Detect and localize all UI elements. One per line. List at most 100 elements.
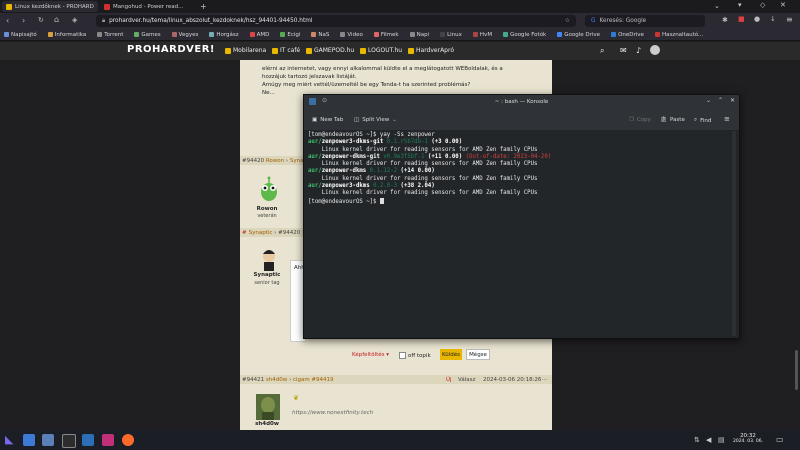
downloads-icon[interactable]: ↓	[770, 15, 776, 23]
konsole-task-icon[interactable]	[62, 434, 76, 448]
bookmark-item[interactable]: Google Fotók	[503, 32, 546, 38]
bookmark-item[interactable]: Vegyes	[171, 32, 198, 38]
nav-mobilarena[interactable]: Mobilarena	[225, 47, 266, 54]
clipboard-icon[interactable]: ▤	[718, 436, 725, 444]
more-icon[interactable]: ⋯	[542, 377, 548, 383]
app-launcher-icon[interactable]: ◣	[5, 433, 17, 446]
copy-button[interactable]: ❐ Copy	[629, 117, 651, 123]
system-settings-icon[interactable]	[23, 434, 35, 446]
taskbar	[0, 430, 800, 450]
tab-mangohud[interactable]: Mangohud - Power read...	[100, 1, 196, 12]
minimize-icon[interactable]: ▾	[738, 1, 742, 9]
app-icon[interactable]	[102, 434, 114, 446]
volume-icon[interactable]: ◀	[706, 436, 711, 444]
find-button[interactable]: ⌕ Find	[694, 117, 711, 124]
home-icon[interactable]: ⌂	[54, 15, 59, 24]
post-number[interactable]: #94420	[242, 158, 264, 164]
post-number[interactable]: #94420	[278, 230, 300, 236]
text-cursor	[379, 197, 384, 204]
bookmark-item[interactable]: Horgász	[209, 32, 239, 38]
nav-hardverapro[interactable]: HardverApró	[408, 47, 454, 54]
konsole-titlebar[interactable]: ⊙ ~ : bash — Konsole ⌄ ⌃ ✕	[304, 95, 739, 110]
repo: aur/	[308, 183, 322, 190]
bookmark-item[interactable]: Informatika	[47, 32, 86, 38]
reload-icon[interactable]: ↻	[38, 16, 44, 24]
site-search-icon[interactable]: ⌕	[600, 46, 604, 56]
tab-linux-kezdoknek[interactable]: Linux kezdőknek - PROHARD	[2, 1, 98, 12]
extension-icon[interactable]: ✱	[722, 16, 728, 24]
nav-itcafe[interactable]: IT café	[272, 47, 300, 54]
post-author[interactable]: Rowon	[266, 158, 284, 164]
terminal-scrollbar[interactable]	[732, 131, 736, 336]
shield-icon[interactable]: ◈	[72, 16, 77, 24]
nav-gamepod[interactable]: GAMEPOD.hu	[306, 47, 354, 54]
close-icon[interactable]: ✕	[780, 1, 786, 9]
konsole-window[interactable]: ⊙ ~ : bash — Konsole ⌄ ⌃ ✕ ▣ New Tab ◫ Spl…	[303, 94, 740, 339]
maximize-icon[interactable]: ◇	[760, 1, 765, 9]
hamburger-menu-icon[interactable]: ≡	[724, 115, 730, 123]
mail-icon[interactable]: ✉	[620, 46, 627, 55]
username[interactable]: Rowon	[242, 206, 292, 212]
site-logo[interactable]: PROHARDVER!	[127, 44, 215, 55]
bookmark-item[interactable]: NaS	[311, 32, 329, 38]
post-author[interactable]: sh4d0w	[266, 377, 287, 383]
reply-link[interactable]: Válasz	[458, 377, 475, 383]
bookmark-item[interactable]: Video	[340, 32, 363, 38]
cancel-button[interactable]: Mégse	[466, 349, 490, 360]
bookmark-item[interactable]: Napi	[409, 32, 429, 38]
clock[interactable]: 20:32 2024. 03. 06.	[728, 433, 768, 445]
bookmark-item[interactable]: Torrent	[97, 32, 123, 38]
url-bar[interactable]: 🔒︎ prohardver.hu/tema/linux_abszolut_kez…	[96, 15, 576, 27]
bookmark-item[interactable]: AMD	[249, 32, 269, 38]
search-box[interactable]: G Keresés: Google	[585, 15, 705, 27]
offtopic-checkbox[interactable]: off topik	[399, 352, 431, 359]
paste-button[interactable]: 📋︎ Paste	[660, 117, 685, 123]
bookmark-item[interactable]: Google Drive	[557, 32, 600, 38]
package-name: zenpower-dkms-git	[321, 153, 380, 160]
minimize-icon[interactable]: ⌄	[706, 97, 711, 104]
addon-icon[interactable]: ■	[738, 15, 745, 23]
username[interactable]: Synaptic	[242, 272, 292, 278]
bookmark-item[interactable]: Linux	[440, 32, 462, 38]
bell-icon[interactable]: ♪	[636, 46, 641, 55]
network-icon[interactable]: ⇅	[694, 436, 700, 444]
post-reply-to[interactable]: cigam #94419	[293, 377, 334, 383]
show-desktop-icon[interactable]: ▭	[776, 435, 784, 444]
username[interactable]: sh4d0w	[242, 421, 292, 427]
image-upload-link[interactable]: Képfeltöltés ▾	[352, 352, 389, 358]
prompt: [tom@endeavourOS ~]$	[308, 132, 377, 138]
bookmark-item[interactable]: Filmek	[373, 32, 399, 38]
nav-logout[interactable]: LOGOUT.hu	[360, 47, 402, 54]
bookmark-item[interactable]: Napisajtó	[4, 32, 37, 38]
tab-list-icon[interactable]: ⌄	[714, 2, 720, 10]
bookmark-item[interactable]: HvM	[472, 32, 492, 38]
account-icon[interactable]: ●	[754, 15, 760, 23]
new-tab-icon[interactable]: +	[200, 2, 207, 11]
send-button[interactable]: Küldés	[440, 349, 462, 360]
discover-icon[interactable]	[42, 434, 54, 446]
close-icon[interactable]: ✕	[730, 97, 735, 104]
bookmark-item[interactable]: Games	[134, 32, 161, 38]
forward-icon[interactable]: ›	[22, 16, 25, 25]
post-author[interactable]: Synaptic	[249, 230, 273, 236]
bookmark-item[interactable]: Hasznaltautó...	[654, 32, 703, 38]
avatar[interactable]	[650, 45, 660, 55]
split-view-button[interactable]: ◫ Split View ⌄	[354, 117, 397, 123]
back-icon[interactable]: ‹	[6, 16, 9, 25]
bookmark-item[interactable]: Ecigi	[280, 32, 300, 38]
terminal-output[interactable]: [tom@endeavourOS ~]$ yay -Ss zenpower au…	[304, 130, 739, 338]
maximize-icon[interactable]: ⌃	[718, 97, 723, 104]
find-icon: ⌕	[694, 117, 698, 123]
checkbox-box[interactable]	[399, 352, 406, 359]
dolphin-icon[interactable]	[82, 434, 94, 446]
firefox-icon[interactable]	[122, 434, 134, 446]
bookmark-star-icon[interactable]: ☆	[565, 18, 570, 24]
bookmark-item[interactable]: OneDrive	[611, 32, 644, 38]
menu-icon[interactable]: ≡	[786, 15, 793, 24]
chevron-down-icon: ⌄	[392, 117, 397, 123]
page-scrollbar[interactable]	[793, 60, 800, 430]
post-number[interactable]: #94421	[242, 377, 264, 383]
signature-link[interactable]: https://www.nonextfinity.tech	[292, 410, 373, 416]
new-label[interactable]: Új	[446, 377, 452, 383]
new-tab-button[interactable]: ▣ New Tab	[312, 117, 343, 123]
